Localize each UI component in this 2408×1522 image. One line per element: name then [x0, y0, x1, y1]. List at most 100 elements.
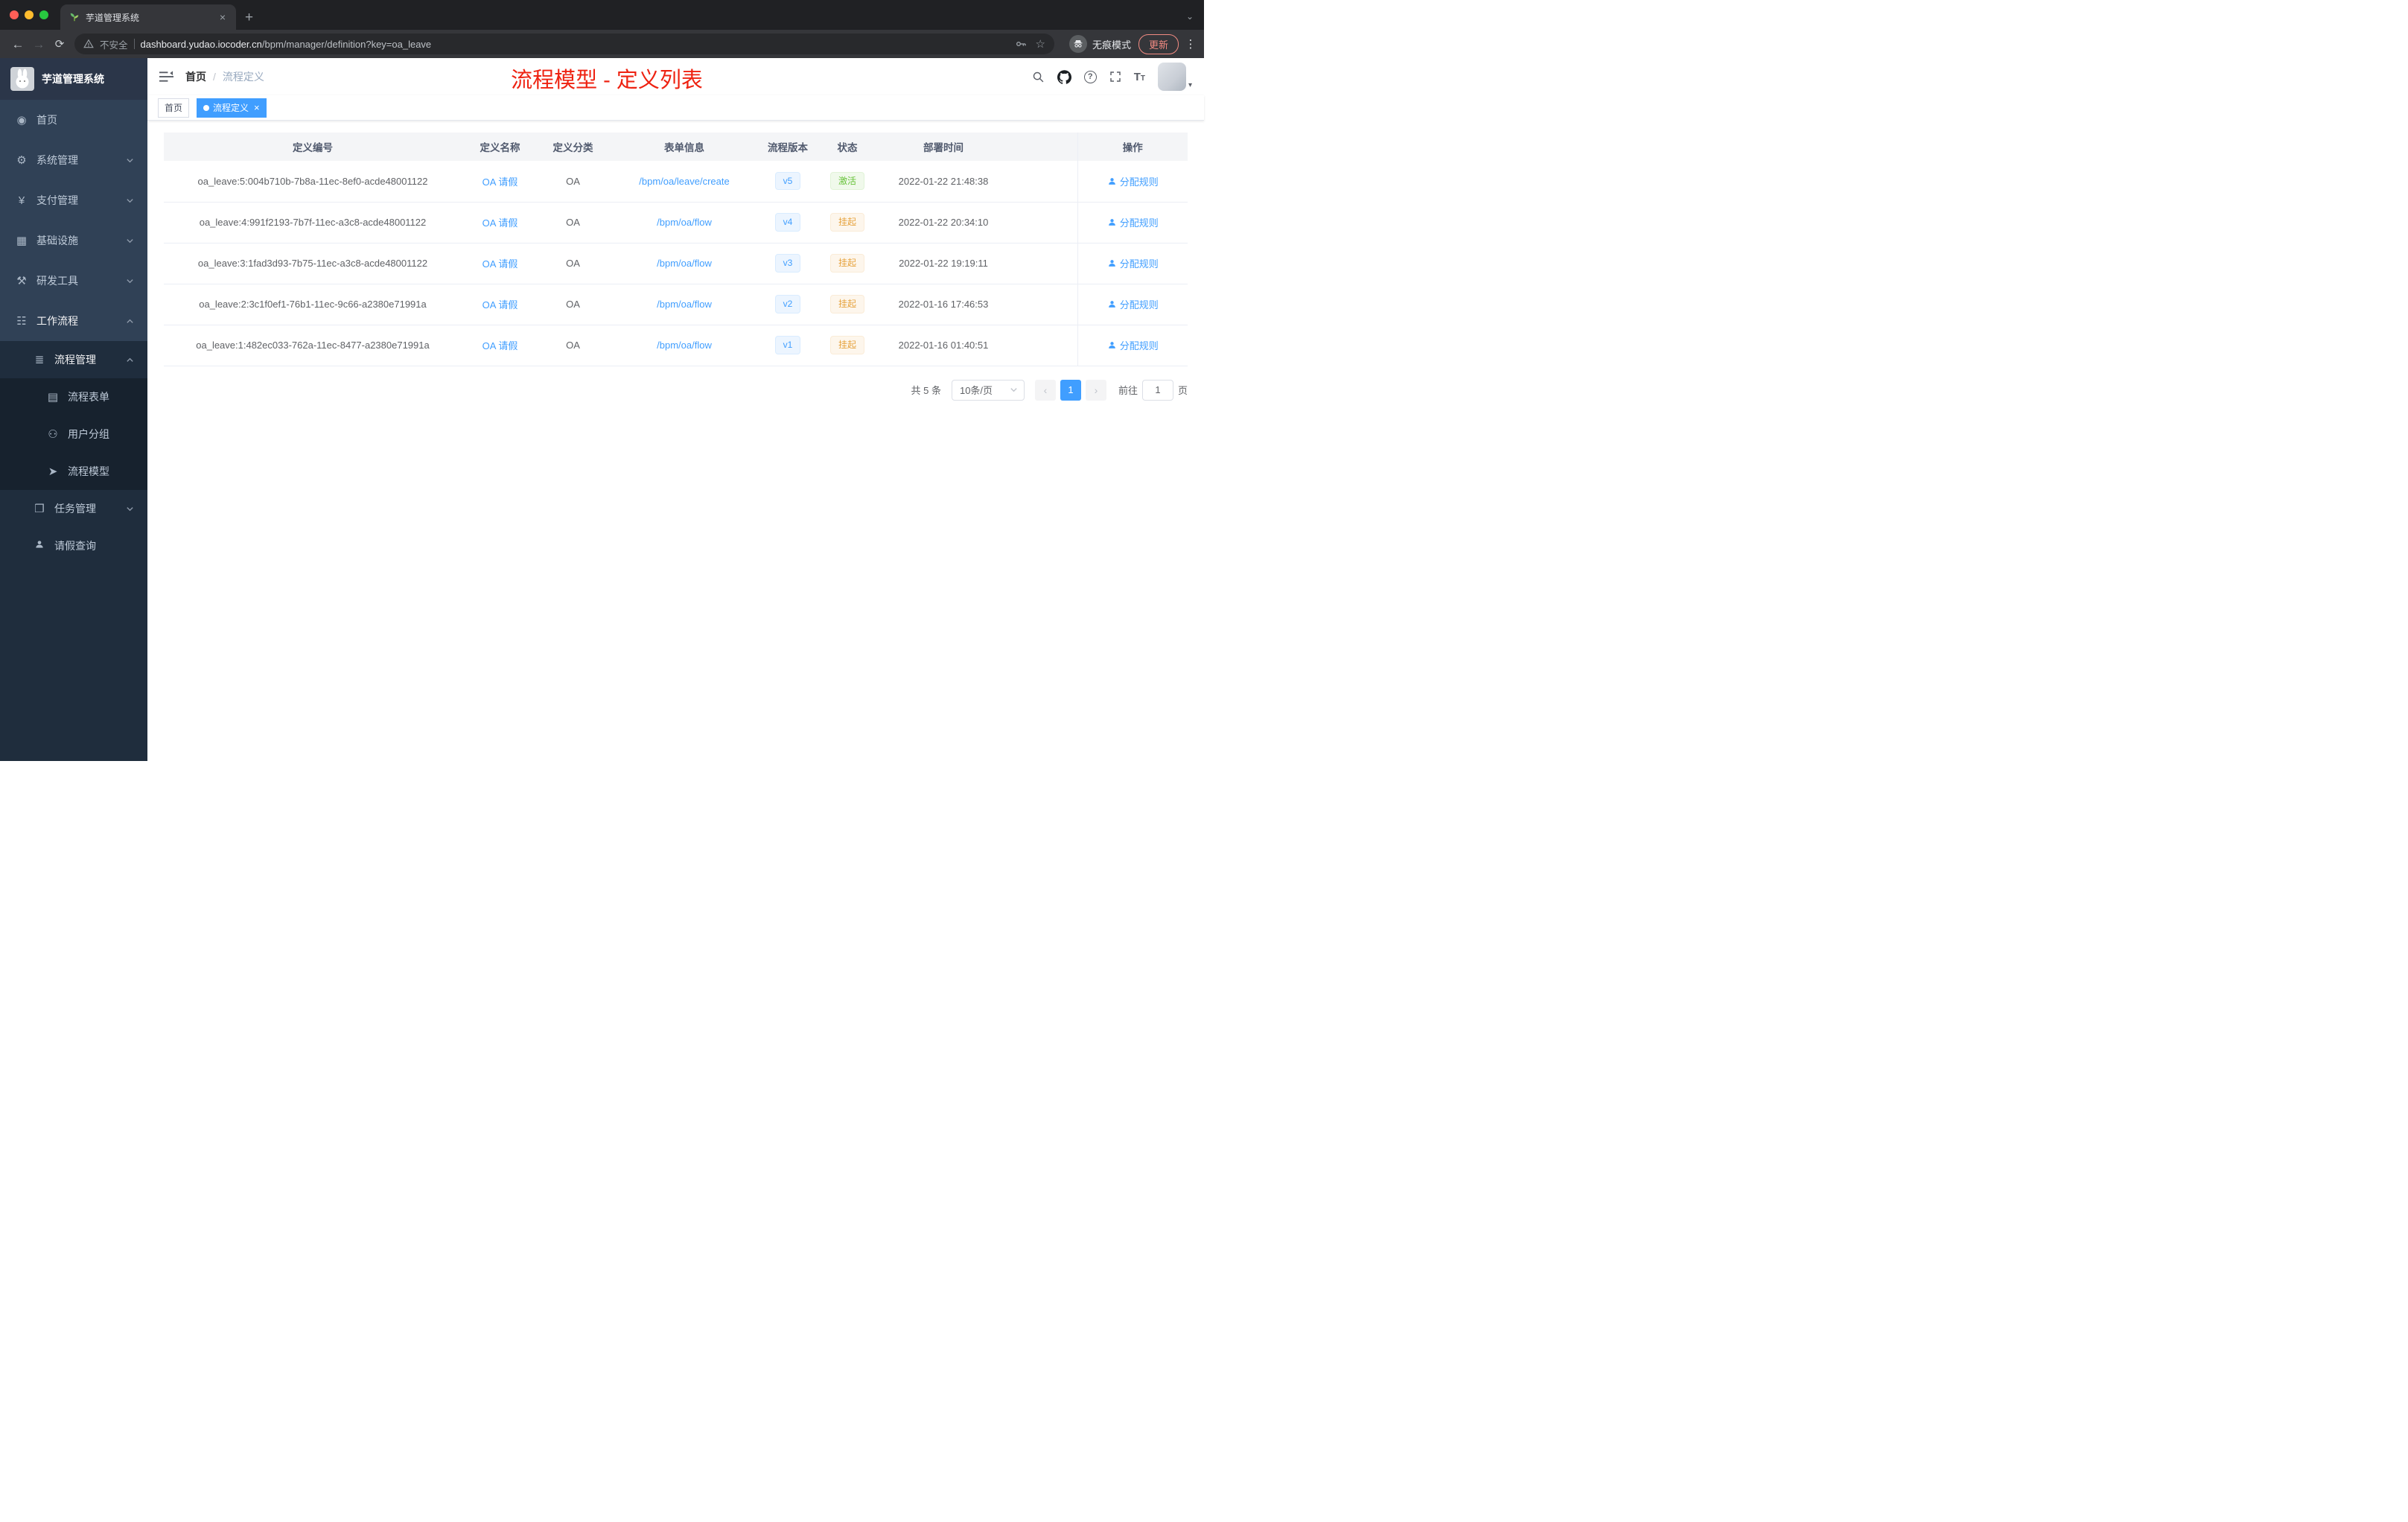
incognito-badge: 无痕模式 [1068, 35, 1131, 53]
assign-rule-link[interactable]: 分配规则 [1107, 338, 1159, 352]
definition-name-link[interactable]: OA 请假 [482, 299, 518, 311]
tag-process-definition[interactable]: 流程定义 × [197, 98, 267, 118]
prev-page-button[interactable]: ‹ [1034, 379, 1056, 401]
user-menu[interactable]: ▾ [1157, 63, 1192, 91]
list-icon: ≣ [34, 354, 45, 366]
table-header-row: 定义编号 定义名称 定义分类 表单信息 流程版本 状态 部署时间 操作 [164, 133, 1188, 161]
sidebar-item-label: 支付管理 [36, 194, 78, 206]
form-link[interactable]: /bpm/oa/flow [657, 340, 712, 351]
fullscreen-icon[interactable] [1109, 71, 1121, 83]
tab-search-icon[interactable]: ⌄ [1186, 11, 1194, 22]
next-page-button[interactable]: › [1085, 379, 1106, 401]
col-process-version: 流程版本 [761, 133, 815, 161]
definition-category: OA [538, 325, 608, 366]
browser-tab[interactable]: 芋道管理系统 × [60, 4, 236, 30]
url-text[interactable]: dashboard.yudao.iocoder.cn/bpm/manager/d… [141, 39, 1009, 50]
bookmark-star-icon[interactable]: ☆ [1036, 37, 1045, 51]
assign-rule-link[interactable]: 分配规则 [1107, 174, 1159, 188]
assign-rule-link[interactable]: 分配规则 [1107, 215, 1159, 229]
definition-id: oa_leave:5:004b710b-7b8a-11ec-8ef0-acde4… [164, 161, 462, 203]
search-icon[interactable] [1032, 71, 1045, 83]
tag-label: 流程定义 [213, 103, 249, 113]
close-tab-icon[interactable]: × [217, 11, 229, 23]
new-tab-button[interactable]: + [245, 10, 253, 25]
collapse-sidebar-icon[interactable] [159, 71, 173, 83]
sidebar-item-workflow[interactable]: ☷ 工作流程 [0, 301, 147, 341]
window-controls [0, 0, 60, 30]
chrome-update-button[interactable]: 更新 [1138, 34, 1179, 54]
security-label[interactable]: 不安全 [100, 37, 128, 51]
sidebar-item-process-management[interactable]: ≣ 流程管理 [0, 341, 147, 378]
goto-label: 前往 [1118, 385, 1138, 396]
sidebar-logo[interactable]: 芋道管理系统 [0, 58, 147, 100]
table-row: oa_leave:2:3c1f0ef1-76b1-11ec-9c66-a2380… [164, 284, 1188, 325]
user-icon [1108, 260, 1115, 267]
status-badge: 挂起 [829, 213, 864, 232]
incognito-icon [1068, 35, 1087, 53]
sidebar-item-system[interactable]: ⚙ 系统管理 [0, 140, 147, 180]
deploy-time: 2022-01-16 17:46:53 [880, 284, 1007, 325]
reload-button[interactable]: ⟳ [49, 39, 70, 50]
sidebar-menu: ◉ 首页 ⚙ 系统管理 ¥ 支付管理 ▦ 基础设施 ⚒ 研发工具 ☷ 工作流程 … [0, 100, 147, 564]
user-avatar[interactable] [1157, 63, 1186, 91]
filler-cell [1007, 325, 1077, 366]
definition-table: 定义编号 定义名称 定义分类 表单信息 流程版本 状态 部署时间 操作 oa_l… [164, 133, 1188, 366]
user-group-icon: ⚇ [48, 428, 58, 441]
page-size-select[interactable]: 10条/页 [951, 379, 1025, 401]
minimize-window-button[interactable] [25, 10, 34, 19]
tags-view-bar: 首页 流程定义 × [147, 95, 1204, 121]
definition-category: OA [538, 202, 608, 243]
browser-menu-icon[interactable]: ⋮ [1185, 37, 1197, 51]
form-link[interactable]: /bpm/oa/leave/create [639, 176, 729, 187]
address-bar[interactable]: 不安全 dashboard.yudao.iocoder.cn/bpm/manag… [74, 34, 1054, 54]
sidebar-item-user-group[interactable]: ⚇ 用户分组 [0, 415, 147, 453]
col-definition-name: 定义名称 [462, 133, 538, 161]
maximize-window-button[interactable] [39, 10, 48, 19]
sidebar-item-process-form[interactable]: ▤ 流程表单 [0, 378, 147, 415]
form-link[interactable]: /bpm/oa/flow [657, 258, 712, 269]
page-1-button[interactable]: 1 [1060, 379, 1081, 401]
assign-rule-link[interactable]: 分配规则 [1107, 256, 1159, 270]
sidebar-item-home[interactable]: ◉ 首页 [0, 100, 147, 140]
sidebar-item-task-management[interactable]: ❒ 任务管理 [0, 490, 147, 527]
definition-name-link[interactable]: OA 请假 [482, 340, 518, 351]
breadcrumb-home[interactable]: 首页 [185, 69, 206, 84]
close-icon[interactable]: × [254, 102, 260, 113]
filler-cell [1007, 284, 1077, 325]
caret-down-icon: ▾ [1188, 81, 1192, 89]
tag-home[interactable]: 首页 [158, 98, 190, 118]
definition-name-link[interactable]: OA 请假 [482, 176, 518, 188]
definition-category: OA [538, 284, 608, 325]
sidebar-item-leave-query[interactable]: 请假查询 [0, 527, 147, 564]
form-link[interactable]: /bpm/oa/flow [657, 217, 712, 228]
definition-category: OA [538, 243, 608, 284]
definition-name-link[interactable]: OA 请假 [482, 258, 518, 270]
assign-rule-link[interactable]: 分配规则 [1107, 297, 1159, 311]
password-key-icon[interactable] [1015, 38, 1027, 50]
sidebar: 芋道管理系统 ◉ 首页 ⚙ 系统管理 ¥ 支付管理 ▦ 基础设施 ⚒ 研发工具 … [0, 58, 147, 761]
table-row: oa_leave:1:482ec033-762a-11ec-8477-a2380… [164, 325, 1188, 366]
chevron-down-icon [126, 277, 134, 285]
sidebar-item-payment[interactable]: ¥ 支付管理 [0, 180, 147, 220]
font-size-icon[interactable]: TT [1134, 71, 1145, 83]
sidebar-item-infrastructure[interactable]: ▦ 基础设施 [0, 220, 147, 261]
help-icon[interactable]: ? [1083, 70, 1097, 83]
back-button[interactable]: ← [7, 38, 28, 51]
form-link[interactable]: /bpm/oa/flow [657, 299, 712, 310]
github-icon[interactable] [1057, 69, 1071, 84]
definition-id: oa_leave:4:991f2193-7b7f-11ec-a3c8-acde4… [164, 202, 462, 243]
forward-button[interactable]: → [28, 38, 49, 51]
sidebar-item-devtools[interactable]: ⚒ 研发工具 [0, 261, 147, 301]
monitor-icon: ▦ [16, 235, 28, 247]
definition-name-link[interactable]: OA 请假 [482, 217, 518, 229]
sidebar-item-process-model[interactable]: ➤ 流程模型 [0, 453, 147, 490]
goto-page-input[interactable] [1141, 379, 1173, 401]
yen-icon: ¥ [18, 194, 25, 207]
page-content: 定义编号 定义名称 定义分类 表单信息 流程版本 状态 部署时间 操作 oa_l… [147, 121, 1204, 761]
close-window-button[interactable] [10, 10, 19, 19]
header-actions: ? TT ▾ [1032, 63, 1192, 91]
table-row: oa_leave:4:991f2193-7b7f-11ec-a3c8-acde4… [164, 202, 1188, 243]
dashboard-icon: ◉ [16, 114, 27, 127]
filler-cell [1007, 202, 1077, 243]
pagination-total: 共 5 条 [911, 385, 941, 396]
